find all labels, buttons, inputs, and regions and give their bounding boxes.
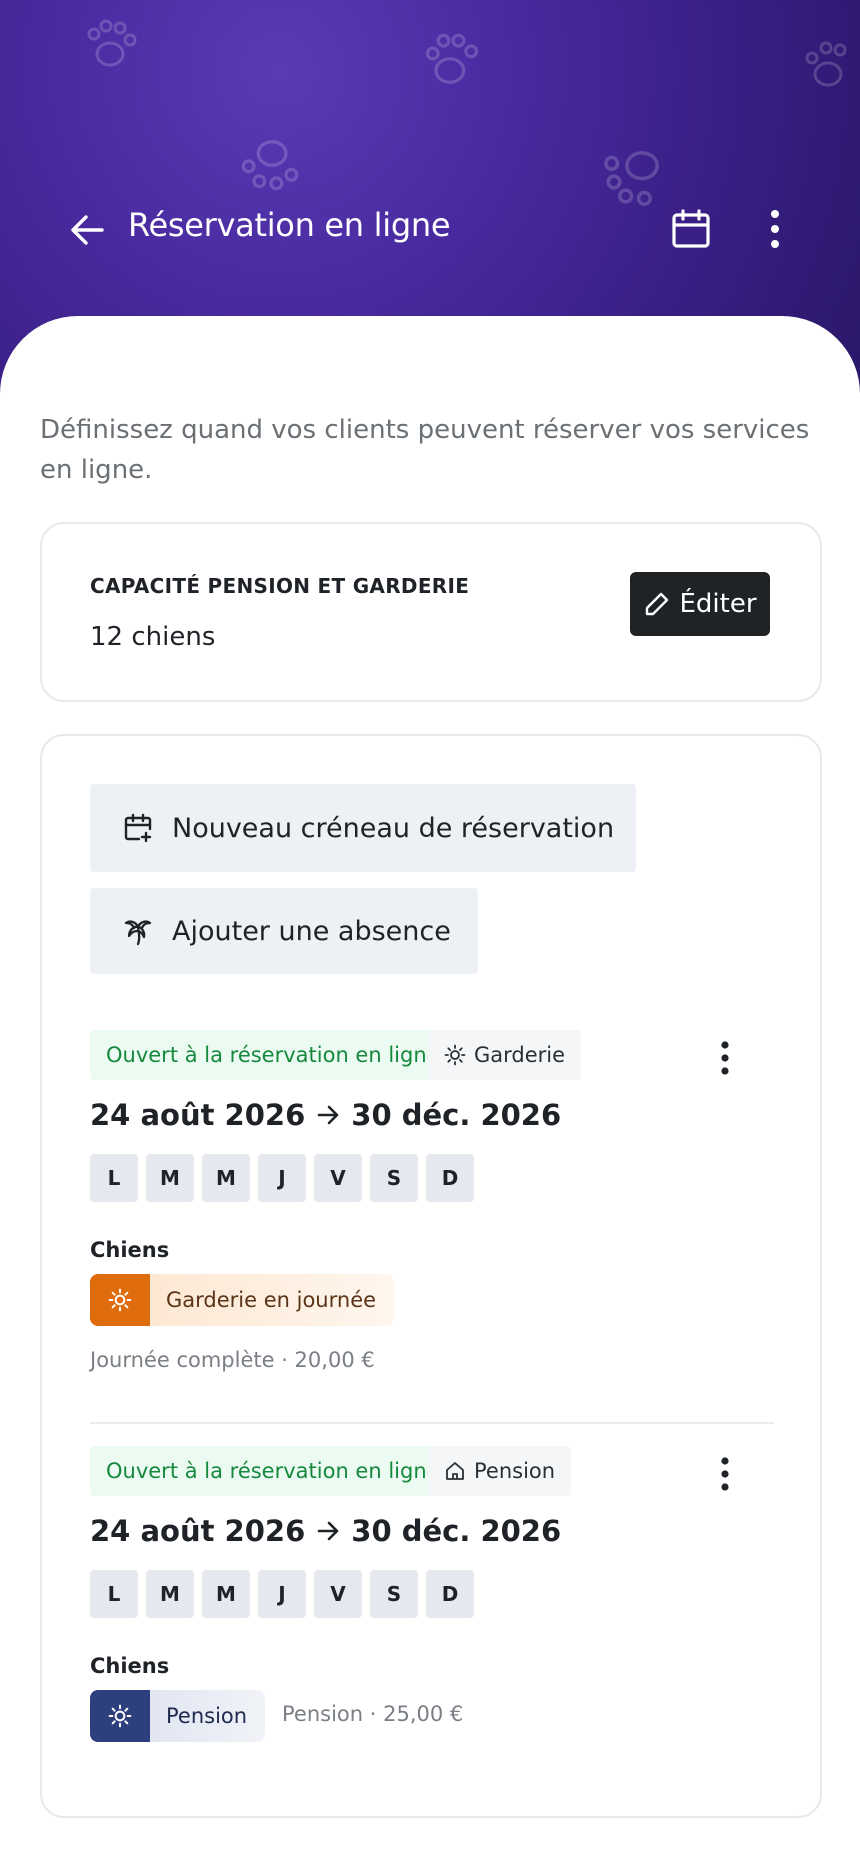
slot-more-button[interactable] [710, 1038, 740, 1078]
paw-print-decoration [805, 41, 847, 87]
weekday-list: L M M J V S D [90, 1570, 474, 1618]
sun-icon [90, 1690, 150, 1742]
divider [90, 1422, 774, 1424]
date-range: 24 août 2026 30 déc. 2026 [90, 1514, 561, 1548]
new-slot-label: Nouveau créneau de réservation [172, 812, 615, 844]
end-date: 30 déc. 2026 [351, 1098, 562, 1132]
more-vertical-icon [721, 1041, 729, 1075]
back-button[interactable] [66, 208, 110, 252]
weekday-chip: J [258, 1154, 306, 1202]
animals-label: Chiens [90, 1654, 170, 1678]
weekday-chip: M [146, 1154, 194, 1202]
new-slot-button[interactable]: Nouveau créneau de réservation [90, 784, 636, 872]
service-type-label: Garderie [474, 1043, 566, 1067]
date-range: 24 août 2026 30 déc. 2026 [90, 1098, 561, 1132]
arrow-right-icon [317, 1105, 339, 1125]
weekday-chip: M [146, 1570, 194, 1618]
capacity-label: CAPACITÉ PENSION ET GARDERIE [90, 574, 470, 598]
slot-more-button[interactable] [710, 1454, 740, 1494]
more-vertical-icon [771, 210, 779, 248]
edit-capacity-button[interactable]: Éditer [630, 572, 770, 636]
sun-icon [444, 1044, 466, 1066]
weekday-list: L M M J V S D [90, 1154, 474, 1202]
weekday-chip: D [426, 1570, 474, 1618]
home-icon [446, 1462, 464, 1480]
add-absence-button[interactable]: Ajouter une absence [90, 888, 478, 974]
service-type-badge: Garderie [428, 1030, 582, 1080]
service-price: Journée complète · 20,00 € [90, 1348, 375, 1372]
end-date: 30 déc. 2026 [351, 1514, 562, 1548]
calendar-button[interactable] [668, 206, 714, 252]
service-name: Pension [150, 1690, 266, 1742]
pencil-icon [646, 592, 669, 616]
service-type-label: Pension [474, 1459, 556, 1483]
service-chip: Garderie en journée [90, 1274, 395, 1326]
page-title: Réservation en ligne [128, 206, 451, 244]
capacity-card: CAPACITÉ PENSION ET GARDERIE 12 chiens É… [40, 522, 822, 702]
weekday-chip: J [258, 1570, 306, 1618]
sun-icon [90, 1274, 150, 1326]
capacity-value: 12 chiens [90, 622, 216, 652]
weekday-chip: L [90, 1570, 138, 1618]
paw-print-decoration [425, 33, 479, 84]
start-date: 24 août 2026 [90, 1514, 306, 1548]
arrow-left-icon [71, 215, 104, 245]
service-chip: Pension [90, 1690, 266, 1742]
weekday-chip: V [314, 1154, 362, 1202]
start-date: 24 août 2026 [90, 1098, 306, 1132]
paw-print-decoration [87, 19, 137, 67]
booking-slots-card: Nouveau créneau de réservation Ajouter u… [40, 734, 822, 1818]
add-absence-label: Ajouter une absence [172, 915, 451, 947]
status-badge: Ouvert à la réservation en ligne [90, 1446, 456, 1496]
animals-label: Chiens [90, 1238, 170, 1262]
weekday-chip: V [314, 1570, 362, 1618]
content-sheet: Définissez quand vos clients peuvent rés… [0, 316, 860, 1864]
weekday-chip: M [202, 1570, 250, 1618]
service-type-badge: Pension [428, 1446, 572, 1496]
calendar-icon [672, 209, 710, 248]
palm-tree-icon [124, 920, 152, 946]
edit-button-label: Éditer [679, 589, 757, 619]
weekday-chip: L [90, 1154, 138, 1202]
service-price: Pension · 25,00 € [282, 1702, 464, 1726]
service-name: Garderie en journée [150, 1274, 395, 1326]
top-app-bar: Réservation en ligne [0, 190, 860, 266]
weekday-chip: S [370, 1154, 418, 1202]
intro-text: Définissez quand vos clients peuvent rés… [40, 415, 810, 485]
weekday-chip: S [370, 1570, 418, 1618]
calendar-plus-icon [124, 813, 152, 843]
more-vertical-icon [721, 1457, 729, 1491]
weekday-chip: M [202, 1154, 250, 1202]
more-options-button[interactable] [758, 206, 792, 252]
status-badge: Ouvert à la réservation en ligne [90, 1030, 456, 1080]
paw-print-decoration [241, 140, 299, 191]
weekday-chip: D [426, 1154, 474, 1202]
arrow-right-icon [317, 1521, 339, 1541]
